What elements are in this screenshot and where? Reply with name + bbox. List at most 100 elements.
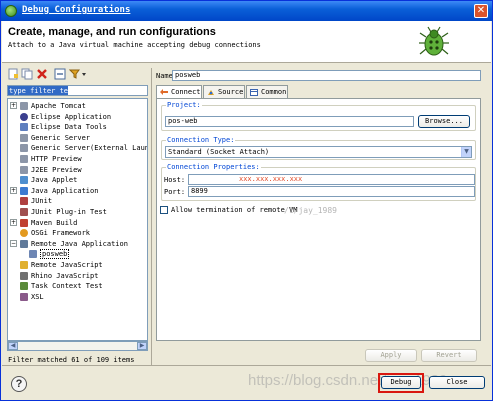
connect-tab-panel: Project: pos-web Browse... Connection Ty… xyxy=(156,98,481,362)
debug-configurations-dialog: Debug Configurations ✕ Create, manage, a… xyxy=(0,0,493,401)
tree-item-label: Java Application xyxy=(31,186,99,195)
chevron-down-icon[interactable]: ▼ xyxy=(461,147,471,157)
tab-common-label: Common xyxy=(261,88,287,96)
eclipse-icon xyxy=(20,112,28,121)
tree-item-label: Eclipse Application xyxy=(31,112,112,121)
delete-icon[interactable] xyxy=(36,68,48,80)
tree-item-label: Generic Server xyxy=(31,133,91,142)
window-title: Debug Configurations xyxy=(22,5,131,15)
java-app-icon xyxy=(20,186,28,195)
tree-item[interactable]: − Remote Java Application xyxy=(10,239,147,249)
connection-type-select[interactable]: Standard (Socket Attach) ▼ xyxy=(165,146,472,158)
tree-item-label: JUnit Plug-in Test xyxy=(31,208,107,216)
close-button[interactable]: Close xyxy=(429,376,485,389)
remote-config-icon xyxy=(29,250,37,259)
filter-box xyxy=(7,85,148,96)
expand-icon[interactable]: + xyxy=(10,102,17,109)
tree-item[interactable]: JUnit xyxy=(10,196,147,206)
tab-source[interactable]: Source xyxy=(203,85,245,98)
xsl-icon xyxy=(20,292,28,301)
tree-item-label: Java Applet xyxy=(31,176,78,185)
tab-connect[interactable]: Connect xyxy=(156,85,202,99)
tree-item[interactable]: + Apache Tomcat xyxy=(10,101,147,111)
host-field[interactable]: xxx.xxx.xxx.xxx xyxy=(188,174,475,185)
server-icon xyxy=(20,155,28,163)
tree-item[interactable]: J2EE Preview xyxy=(10,165,147,175)
connect-icon xyxy=(160,89,168,95)
tree-item[interactable]: Task Context Test xyxy=(10,281,147,291)
tree-item[interactable]: Eclipse Application xyxy=(10,112,147,122)
maven-icon xyxy=(20,218,28,227)
tree-item[interactable]: Rhino JavaScript xyxy=(10,271,147,281)
tree-item-label: Remote JavaScript xyxy=(31,261,103,269)
panel-divider[interactable] xyxy=(151,68,152,365)
name-field[interactable]: posweb xyxy=(172,70,481,81)
server-icon xyxy=(20,144,28,153)
tree-item[interactable]: posweb xyxy=(10,249,147,260)
rhino-icon xyxy=(20,271,28,280)
tree-item-label: Rhino JavaScript xyxy=(31,271,99,280)
collapse-all-icon[interactable] xyxy=(54,68,66,80)
tree-item[interactable]: Java Applet xyxy=(10,175,147,185)
new-config-icon[interactable] xyxy=(7,68,19,80)
help-icon[interactable]: ? xyxy=(11,376,27,392)
tree-item-label: Generic Server(External Launch) xyxy=(31,144,147,153)
tree-item-label: HTTP Preview xyxy=(31,155,82,163)
scroll-left-icon[interactable]: ◀ xyxy=(8,342,18,350)
config-tree[interactable]: + Apache Tomcat Eclipse Application Eclipse… xyxy=(7,98,148,341)
tree-item[interactable]: Generic Server xyxy=(10,133,147,143)
junit-plugin-icon xyxy=(20,208,28,216)
duplicate-icon[interactable] xyxy=(21,68,33,80)
close-window-button[interactable]: ✕ xyxy=(474,4,488,18)
server-icon xyxy=(20,165,28,174)
tree-item[interactable]: OSGi Framework xyxy=(10,228,147,238)
tree-item-label: Apache Tomcat xyxy=(31,102,86,110)
revert-button[interactable]: Revert xyxy=(421,349,477,362)
tree-item[interactable]: HTTP Preview xyxy=(10,154,147,164)
scroll-right-icon[interactable]: ▶ xyxy=(137,342,147,350)
header-subtitle: Attach to a Java virtual machine accepti… xyxy=(8,41,261,49)
debug-bug-icon xyxy=(419,26,449,56)
tree-item[interactable]: + Maven Build xyxy=(10,218,147,228)
expand-icon[interactable]: + xyxy=(10,186,17,194)
tree-item-label: Maven Build xyxy=(31,218,78,227)
data-tools-icon xyxy=(20,123,28,132)
applet-icon xyxy=(20,176,28,185)
filter-icon[interactable] xyxy=(69,68,87,80)
connection-properties-label: Connection Properties: xyxy=(166,163,261,171)
connection-type-label: Connection Type: xyxy=(166,136,236,144)
tab-common[interactable]: Common xyxy=(246,85,288,98)
tree-item[interactable]: + Java Application xyxy=(10,186,147,196)
source-icon xyxy=(208,90,214,95)
debug-bug-icon xyxy=(5,5,17,17)
apply-button[interactable]: Apply xyxy=(365,349,417,362)
collapse-icon[interactable]: − xyxy=(10,239,17,247)
filter-input[interactable] xyxy=(8,86,68,95)
tree-item[interactable]: XSL xyxy=(10,292,147,302)
expand-icon[interactable]: + xyxy=(10,218,17,226)
tree-item[interactable]: Remote JavaScript xyxy=(10,260,147,270)
allow-termination-label: Allow termination of remote VM xyxy=(171,206,298,214)
project-field[interactable]: pos-web xyxy=(165,116,414,127)
js-icon xyxy=(20,261,28,269)
tab-connect-label: Connect xyxy=(171,88,201,96)
tree-item-label: XSL xyxy=(31,292,44,301)
browse-button[interactable]: Browse... xyxy=(418,115,470,128)
common-icon xyxy=(250,89,258,96)
tree-item-label: JUnit xyxy=(31,197,53,206)
horizontal-scrollbar[interactable]: ◀ ▶ xyxy=(7,341,148,351)
header-title: Create, manage, and run configurations xyxy=(8,26,216,38)
tree-item[interactable]: Generic Server(External Launch) xyxy=(10,143,147,153)
connection-properties-group: Connection Properties: Host: xxx.xxx.xxx… xyxy=(161,163,476,201)
title-bar[interactable]: Debug Configurations ✕ xyxy=(1,1,492,21)
remote-java-icon xyxy=(20,239,28,248)
junit-icon xyxy=(20,197,28,206)
tree-item-label: OSGi Framework xyxy=(31,229,91,238)
host-label: Host: xyxy=(164,176,186,184)
tree-item[interactable]: JUnit Plug-in Test xyxy=(10,207,147,217)
project-group: Project: pos-web Browse... xyxy=(161,101,476,131)
allow-termination-checkbox[interactable] xyxy=(160,206,168,214)
tree-item-label: Remote Java Application xyxy=(31,239,128,248)
tree-item[interactable]: Eclipse Data Tools xyxy=(10,122,147,132)
port-field[interactable]: 8899 xyxy=(188,186,475,197)
